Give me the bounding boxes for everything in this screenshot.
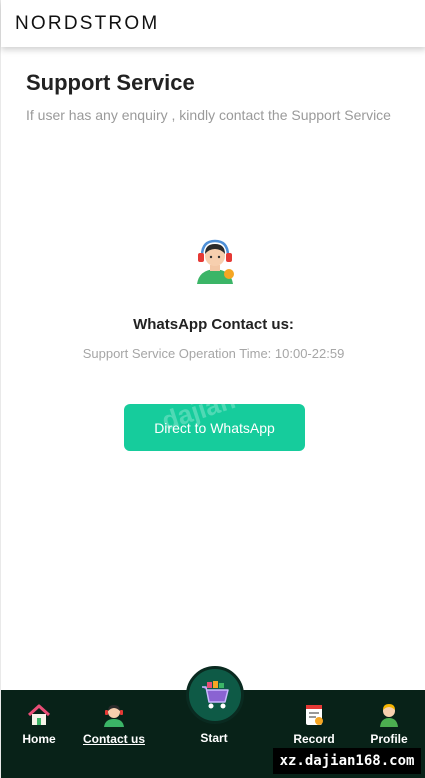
page-title: Support Service [26, 70, 195, 95]
nav-home[interactable]: Home [4, 702, 74, 746]
brand-logo[interactable]: NORDSTROM [15, 13, 159, 35]
top-bar: NORDSTROM [1, 0, 425, 47]
profile-icon [380, 704, 398, 727]
nav-start-label: Start [200, 731, 228, 745]
nav-contact-us[interactable]: Contact us [79, 702, 149, 746]
nav-home-label: Home [22, 732, 56, 746]
start-button[interactable] [186, 666, 244, 724]
whatsapp-button-label: Direct to WhatsApp [154, 419, 275, 436]
whatsapp-button[interactable]: Direct to WhatsApp [124, 404, 305, 451]
nav-contact-us-label: Contact us [82, 732, 145, 746]
support-agent-icon [197, 239, 234, 284]
nav-profile[interactable]: Profile [354, 702, 424, 746]
operation-hours: Support Service Operation Time: 10:00-22… [82, 346, 345, 361]
support-agent-icon [104, 705, 124, 727]
nav-record-label: Record [293, 732, 335, 746]
site-watermark: xz.dajian168.com [273, 748, 421, 774]
contact-title: WhatsApp Contact us: [133, 316, 294, 333]
page: NORDSTROM Support Service If user has an… [0, 0, 425, 778]
shopping-cart-icon [202, 681, 229, 709]
nav-record[interactable]: Record [279, 702, 349, 746]
nav-profile-label: Profile [370, 732, 408, 746]
page-subtitle: If user has any enquiry , kindly contact… [26, 107, 391, 123]
record-icon [306, 705, 323, 725]
home-icon [27, 704, 51, 725]
